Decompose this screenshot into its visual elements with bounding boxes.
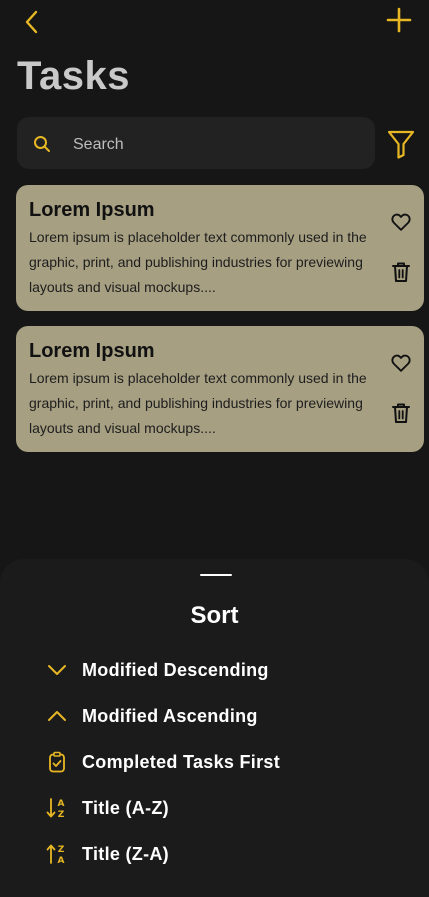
task-title: Lorem Ipsum — [29, 340, 155, 362]
task-card[interactable]: Lorem Ipsum Lorem ipsum is placeholder t… — [16, 326, 424, 452]
sort-alpha-down-icon: A Z — [44, 795, 70, 821]
sort-option-modified-descending[interactable]: Modified Descending — [44, 654, 384, 686]
trash-icon — [392, 262, 410, 282]
sheet-title: Sort — [190, 602, 239, 629]
search-icon — [34, 136, 50, 152]
filter-icon — [387, 130, 415, 159]
sort-option-label: Completed Tasks First — [82, 751, 281, 772]
page-title: Tasks — [17, 54, 130, 98]
svg-text:A: A — [58, 856, 65, 865]
sheet-drag-handle[interactable] — [200, 574, 232, 576]
favorite-button[interactable] — [390, 211, 412, 233]
chevron-down-icon — [44, 657, 70, 683]
trash-icon — [392, 403, 410, 423]
sort-option-title-z-a[interactable]: Z A Title (Z-A) — [44, 838, 384, 870]
sort-option-label: Modified Descending — [82, 659, 269, 680]
filter-button[interactable] — [386, 128, 416, 160]
search-bar[interactable] — [17, 117, 375, 169]
favorite-button[interactable] — [390, 352, 412, 374]
heart-outline-icon — [391, 354, 411, 372]
sort-option-modified-ascending[interactable]: Modified Ascending — [44, 700, 384, 732]
back-button[interactable] — [20, 8, 44, 36]
delete-button[interactable] — [391, 402, 411, 424]
plus-icon — [386, 7, 412, 33]
sort-option-completed-first[interactable]: Completed Tasks First — [44, 746, 384, 778]
heart-outline-icon — [391, 213, 411, 231]
task-title: Lorem Ipsum — [29, 199, 155, 221]
sort-option-title-a-z[interactable]: A Z Title (A-Z) — [44, 792, 384, 824]
chevron-up-icon — [44, 703, 70, 729]
sort-alpha-up-icon: Z A — [44, 841, 70, 867]
top-bar — [0, 0, 429, 44]
chevron-left-icon — [25, 10, 38, 34]
svg-text:A: A — [58, 799, 65, 809]
svg-text:Z: Z — [58, 810, 65, 819]
add-task-button[interactable] — [385, 6, 413, 34]
clipboard-check-icon — [44, 749, 70, 775]
svg-text:Z: Z — [58, 845, 65, 855]
task-card[interactable]: Lorem Ipsum Lorem ipsum is placeholder t… — [16, 185, 424, 311]
sort-bottom-sheet: Sort Modified Descending Modified Ascend… — [0, 559, 429, 897]
task-description: Lorem ipsum is placeholder text commonly… — [29, 229, 367, 295]
sort-option-label: Modified Ascending — [82, 705, 258, 726]
task-description: Lorem ipsum is placeholder text commonly… — [29, 370, 367, 436]
search-input[interactable] — [71, 131, 355, 159]
delete-button[interactable] — [391, 261, 411, 283]
sort-option-label: Title (Z-A) — [82, 843, 169, 864]
sort-option-label: Title (A-Z) — [82, 797, 169, 818]
